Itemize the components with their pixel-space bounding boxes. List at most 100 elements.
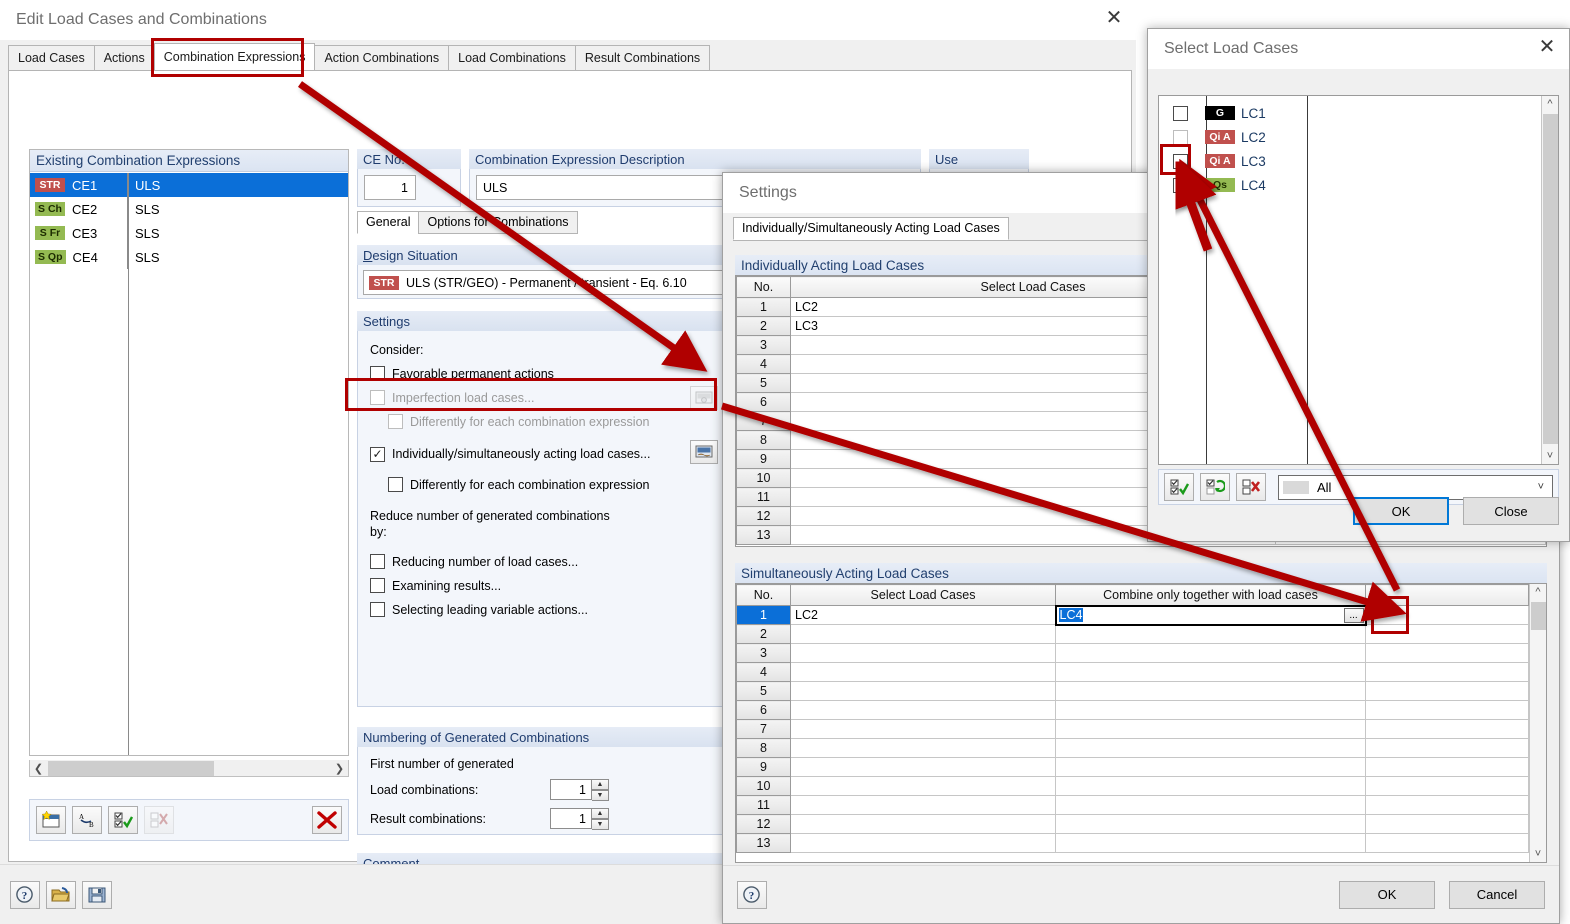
scroll-down-icon[interactable]: ˅ (1535, 846, 1541, 862)
cell-combine-only-together[interactable] (1055, 738, 1366, 758)
list-item[interactable]: Qi A LC3 (1159, 149, 1541, 173)
cell-extra[interactable] (1365, 776, 1529, 796)
table-row[interactable]: 4 (736, 662, 1529, 682)
individually-simultaneously-settings-icon[interactable] (690, 440, 718, 464)
row-number[interactable]: 12 (736, 814, 791, 834)
scroll-up-icon[interactable]: ^ (1547, 96, 1552, 112)
row-number[interactable]: 6 (736, 392, 791, 412)
cell-combine-only-together[interactable] (1055, 643, 1366, 663)
cell-combine-only-together[interactable]: LC4... (1054, 604, 1367, 626)
cell-select-load-cases[interactable] (790, 795, 1056, 815)
table-row[interactable]: STR CE1 ULS (30, 173, 348, 197)
checkbox-box[interactable] (370, 602, 385, 617)
ok-button[interactable]: OK (1353, 497, 1449, 525)
row-number[interactable]: 4 (736, 662, 791, 682)
load-cases-list[interactable]: G LC1 Qi A LC2 Qi A LC3 ✓ Qs LC4 ^ ˅ (1158, 95, 1559, 465)
ok-button[interactable]: OK (1339, 880, 1435, 909)
cell-combine-only-together[interactable] (1055, 833, 1366, 853)
close-icon[interactable]: ✕ (1529, 31, 1565, 63)
row-number[interactable]: 11 (736, 487, 791, 507)
tab-combination-expressions[interactable]: Combination Expressions (153, 43, 316, 70)
checkbox-examining-results[interactable]: Examining results... (370, 578, 716, 593)
cell-combine-only-together[interactable] (1055, 662, 1366, 682)
cell-combine-only-together[interactable] (1055, 814, 1366, 834)
row-number[interactable]: 12 (736, 506, 791, 526)
cell-select-load-cases[interactable] (790, 662, 1056, 682)
subtab-options-for-combinations[interactable]: Options for Combinations (418, 211, 578, 234)
stepper-up-icon[interactable]: ▲ (592, 808, 609, 819)
table-row[interactable]: 5 (736, 681, 1529, 701)
scroll-down-icon[interactable]: ˅ (1547, 448, 1553, 464)
checkbox-reducing-number-of-load-cases[interactable]: Reducing number of load cases... (370, 554, 716, 569)
checkbox-favorable-permanent-actions[interactable]: Favorable permanent actions (370, 366, 716, 381)
table-row[interactable]: 3 (736, 643, 1529, 663)
load-case-checkbox[interactable] (1173, 153, 1188, 169)
help-icon[interactable]: ? (10, 880, 40, 909)
checkbox-box[interactable]: ✓ (370, 446, 385, 462)
cell-extra[interactable] (1365, 681, 1529, 701)
row-number[interactable]: 10 (736, 468, 791, 488)
subtab-general[interactable]: General (357, 211, 420, 234)
cell-extra[interactable] (1365, 833, 1529, 853)
rename-icon[interactable]: AB (72, 806, 102, 834)
tab-load-combinations[interactable]: Load Combinations (448, 45, 576, 70)
load-combinations-stepper[interactable]: 1 ▲ ▼ (550, 779, 609, 801)
cell-select-load-cases[interactable] (790, 681, 1056, 701)
close-button[interactable]: Close (1463, 497, 1559, 525)
cell-combine-only-together[interactable] (1055, 757, 1366, 777)
scrollbar-thumb[interactable] (1543, 114, 1558, 444)
cell-extra[interactable] (1365, 624, 1529, 644)
stepper-down-icon[interactable]: ▼ (592, 790, 609, 801)
checkbox-box[interactable] (388, 477, 403, 492)
tab-individually-simultaneously-acting-load-cases[interactable]: Individually/Simultaneously Acting Load … (733, 217, 1009, 240)
cell-extra[interactable] (1365, 757, 1529, 777)
load-cases-scrollbar[interactable]: ^ ˅ (1541, 96, 1558, 464)
row-number[interactable]: 7 (736, 719, 791, 739)
simultaneously-acting-table[interactable]: No. Select Load Cases Combine only toget… (736, 584, 1529, 853)
cell-combine-only-together[interactable] (1055, 681, 1366, 701)
scroll-left-icon[interactable]: ❮ (30, 762, 47, 775)
cell-select-load-cases[interactable] (790, 738, 1056, 758)
delete-red-x-icon[interactable] (312, 806, 342, 834)
tab-load-cases[interactable]: Load Cases (8, 45, 95, 70)
cell-extra[interactable] (1365, 643, 1529, 663)
row-number[interactable]: 13 (736, 525, 791, 545)
filter-combo[interactable]: All ˅ (1278, 474, 1553, 500)
cell-select-load-cases[interactable] (790, 643, 1056, 663)
ce-no-input[interactable]: 1 (364, 175, 416, 200)
row-number[interactable]: 1 (736, 605, 791, 625)
cell-extra[interactable] (1365, 719, 1529, 739)
cell-combine-only-together[interactable] (1055, 776, 1366, 796)
load-case-checkbox[interactable] (1173, 105, 1188, 121)
scroll-right-icon[interactable]: ❯ (331, 762, 348, 775)
result-combinations-stepper[interactable]: 1 ▲ ▼ (550, 808, 609, 830)
table-row[interactable]: 12 (736, 814, 1529, 834)
stepper-up-icon[interactable]: ▲ (592, 779, 609, 790)
load-combinations-value[interactable]: 1 (550, 779, 592, 800)
row-number[interactable]: 8 (736, 738, 791, 758)
table-row[interactable]: 8 (736, 738, 1529, 758)
cell-combine-only-together[interactable] (1055, 624, 1366, 644)
table-row[interactable]: S Fr CE3 SLS (30, 221, 348, 245)
row-number[interactable]: 2 (736, 624, 791, 644)
scrollbar-thumb[interactable] (1531, 602, 1546, 630)
row-number[interactable]: 2 (736, 316, 791, 336)
checkbox-differently-each-ce-individually[interactable]: Differently for each combination express… (388, 477, 716, 492)
row-number[interactable]: 7 (736, 411, 791, 431)
row-number[interactable]: 5 (736, 681, 791, 701)
cell-extra[interactable] (1365, 700, 1529, 720)
cell-select-load-cases[interactable] (790, 624, 1056, 644)
cell-extra[interactable] (1365, 662, 1529, 682)
table-row[interactable]: 13 (736, 833, 1529, 853)
tab-action-combinations[interactable]: Action Combinations (314, 45, 450, 70)
row-number[interactable]: 9 (736, 449, 791, 469)
list-item[interactable]: G LC1 (1159, 101, 1541, 125)
tab-result-combinations[interactable]: Result Combinations (574, 45, 711, 70)
cell-extra[interactable] (1365, 605, 1529, 625)
cell-select-load-cases[interactable] (790, 700, 1056, 720)
row-number[interactable]: 5 (736, 373, 791, 393)
row-number[interactable]: 1 (736, 297, 791, 317)
table-row[interactable]: 10 (736, 776, 1529, 796)
checkbox-individually-simultaneously-acting-load-cases[interactable]: ✓ Individually/simultaneously acting loa… (370, 440, 718, 467)
table-row[interactable]: 1 LC2 LC4... (736, 604, 1529, 626)
